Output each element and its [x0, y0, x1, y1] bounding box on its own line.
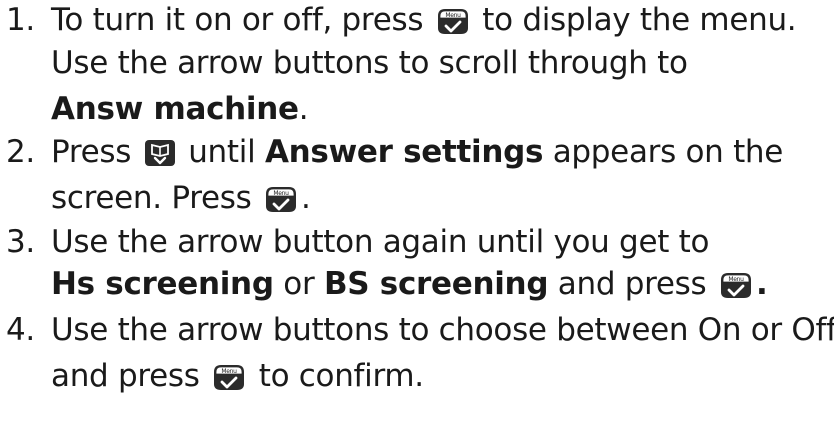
instruction-steps: 1. To turn it on or off, press Menu to di… — [0, 0, 834, 447]
step-text-line: and press Menu to confirm. — [51, 356, 424, 396]
step-text-line: Press until Answer settings appears on t… — [51, 132, 783, 172]
emphasized-text: Hs screening — [51, 266, 274, 302]
text-run: . — [298, 91, 309, 127]
text-run: Use the arrow buttons to scroll through … — [51, 45, 688, 81]
step-text-line: screen. Press Menu. — [51, 178, 311, 218]
text-run: and press — [548, 266, 716, 302]
text-run: until — [178, 134, 265, 170]
step-number: 4. — [6, 312, 35, 348]
text-run: To turn it on or off, press — [51, 2, 433, 38]
step-number: 2. — [6, 134, 35, 170]
step-text-line: Use the arrow buttons to choose between … — [51, 310, 834, 350]
text-run: appears on the — [543, 134, 784, 170]
step-text-line: Use the arrow button again until you get… — [51, 222, 709, 262]
menu-button-icon: Menu — [263, 184, 299, 214]
text-run: Use the arrow button again until you get… — [51, 224, 710, 260]
emphasized-text: Answ machine — [51, 91, 299, 127]
step-text-line: To turn it on or off, press Menu to disp… — [51, 0, 797, 40]
emphasized-text: Answer settings — [264, 134, 544, 170]
step-number: 3. — [6, 224, 35, 260]
step-text-line: Hs screening or BS screening and press M… — [51, 264, 768, 304]
phonebook-down-button-icon — [143, 138, 177, 168]
svg-text:Menu: Menu — [728, 276, 744, 283]
text-run: . — [301, 180, 311, 216]
text-run: screen. Press — [51, 180, 261, 216]
menu-button-icon: Menu — [435, 6, 471, 36]
menu-button-icon: Menu — [211, 362, 247, 392]
emphasized-text: . — [755, 266, 768, 302]
text-run: to confirm. — [249, 358, 424, 394]
text-run: or — [273, 266, 324, 302]
text-run: to display the menu. — [472, 2, 797, 38]
menu-button-icon: Menu — [718, 270, 754, 300]
step-number: 1. — [6, 2, 35, 38]
svg-text:Menu: Menu — [273, 190, 289, 197]
svg-text:Menu: Menu — [445, 12, 461, 19]
text-run: Use the arrow buttons to choose between … — [51, 312, 834, 348]
step-text-line: Answ machine. — [51, 89, 309, 129]
emphasized-text: BS screening — [323, 266, 549, 302]
svg-text:Menu: Menu — [222, 368, 238, 375]
text-run: Press — [51, 134, 141, 170]
text-run: and press — [51, 358, 210, 394]
step-text-line: Use the arrow buttons to scroll through … — [51, 43, 688, 83]
